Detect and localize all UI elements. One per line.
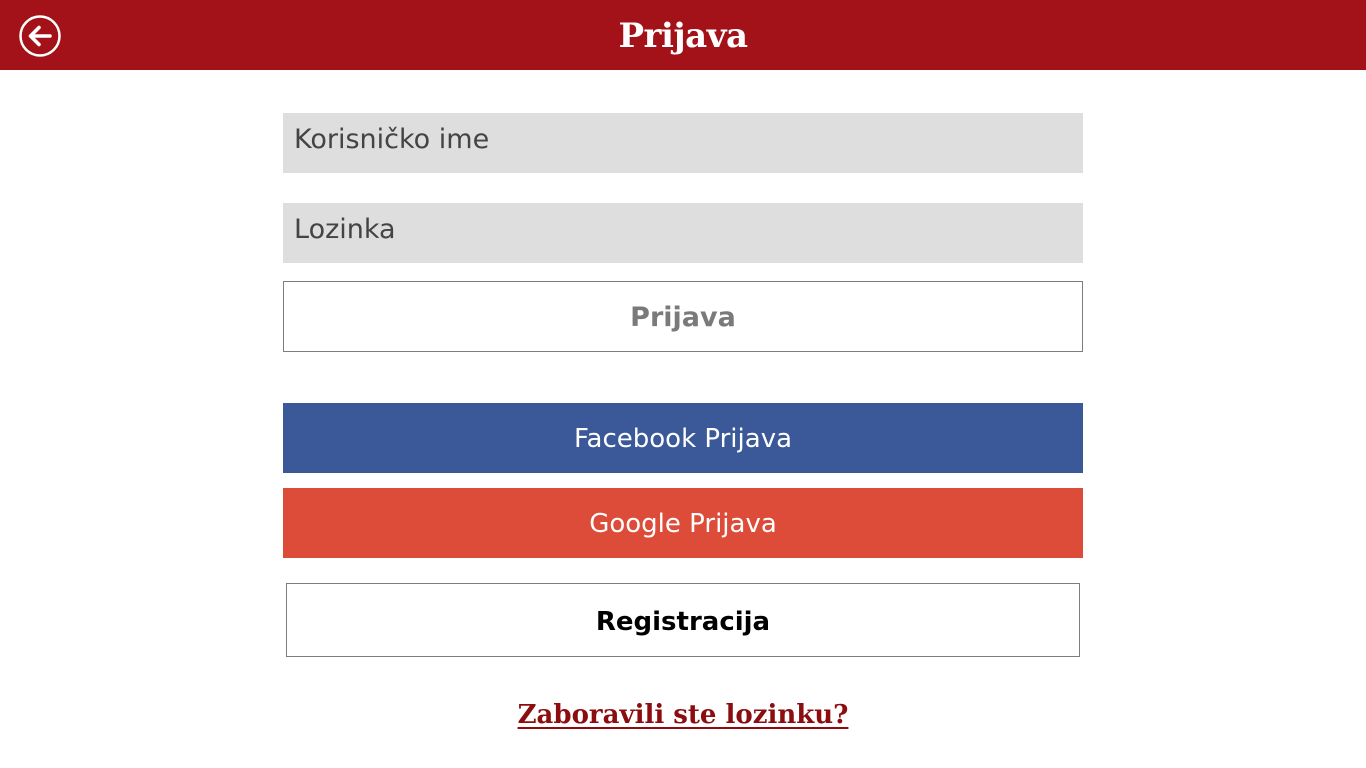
login-button[interactable]: Prijava — [283, 281, 1083, 352]
app-header: Prijava — [0, 0, 1366, 70]
username-field[interactable] — [283, 113, 1083, 173]
forgot-password-link[interactable]: Zaboravili ste lozinku? — [0, 700, 1366, 730]
facebook-login-button[interactable]: Facebook Prijava — [283, 403, 1083, 473]
page-title: Prijava — [618, 16, 748, 56]
register-button[interactable]: Registracija — [286, 583, 1080, 657]
password-field[interactable] — [283, 203, 1083, 263]
google-login-button[interactable]: Google Prijava — [283, 488, 1083, 558]
